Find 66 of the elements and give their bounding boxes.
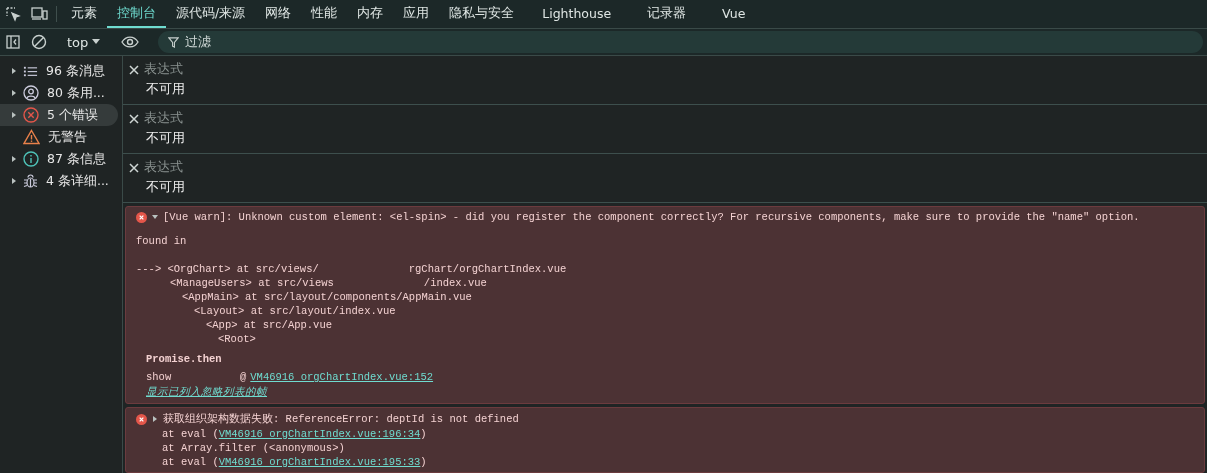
message-text: 获取组织架构数据失败: ReferenceError: deptId is not defined [163,412,519,426]
panel-tab[interactable]: 源代码/来源 [166,0,256,28]
panel-tab[interactable]: 性能 [301,0,348,28]
source-link[interactable]: VM46916 orgChartIndex.vue:195:33 [218,456,421,468]
expression-field[interactable]: 表达式 [144,110,183,127]
expand-caret-icon[interactable] [10,177,18,185]
caret-icon [92,39,101,45]
trace-text: <Layout> at src/layout/index.vue [194,305,396,317]
at-sign: @ [240,371,247,383]
panel-tab[interactable]: 记录器 [629,0,705,28]
panel-tab[interactable]: 应用 [393,0,440,28]
panel-tab[interactable]: Vue [704,0,764,28]
context-dropdown[interactable]: top [61,34,107,50]
message-text: found in [136,235,188,247]
source-link[interactable]: VM46916 orgChartIndex.vue:196:34 [218,428,421,440]
trace-text: /index.vue [423,277,487,289]
sidebar-item[interactable]: 5 个错误 [0,104,118,126]
expression-value: 不可用 [145,81,186,98]
trace-text: <ManageUsers> at src/views [170,277,334,289]
filter-field[interactable]: 过滤 [158,31,1203,53]
expand-caret-icon[interactable] [10,67,18,75]
expand-caret-icon[interactable] [10,89,18,97]
panel-tab[interactable]: Lighthouse [524,0,630,28]
bug-icon [23,173,38,189]
expression-value: 不可用 [145,179,186,196]
stack-text: ) [420,456,427,468]
warning-icon [23,129,40,145]
stack-text: at Array.filter (<anonymous>) [162,442,345,454]
expression-field[interactable]: 表达式 [144,61,183,78]
stack-text: at eval ( [162,428,219,440]
panel-tab[interactable]: 隐私与安全 [439,0,525,28]
trace-text: ---> <OrgChart> at src/views/ [136,263,319,275]
user-icon [23,85,39,101]
sidebar-item[interactable]: 4 条详细... [0,170,118,192]
async-label: Promise.then [146,353,223,365]
trace-text: rgChart/orgChartIndex.vue [408,263,567,275]
error-icon [136,211,147,223]
stack-text: at eval ( [162,456,219,468]
close-icon[interactable] [129,162,139,173]
sidebar-item[interactable]: 87 条信息 [0,148,118,170]
info-icon [23,151,39,167]
sidebar-item[interactable]: 80 条用... [0,82,118,104]
trace-text: <AppMain> at src/layout/components/AppMain.vue [182,291,472,303]
show-ignored-frames-link[interactable]: 显示已列入忽略列表的帧 [146,385,267,399]
stack-text: ) [420,428,427,440]
collapse-caret-icon[interactable] [151,213,159,221]
expression-field[interactable]: 表达式 [144,159,183,176]
function-name: show [146,371,173,383]
expression-value: 不可用 [145,130,186,147]
filter-icon [168,36,180,48]
expand-caret-icon[interactable] [10,111,18,119]
message-text: [Vue warn]: Unknown custom element: <el-spin> - did you register the component correctly? For recursive components, make sure to provide the "name" option. [163,211,1140,223]
sidebar-item[interactable]: 96 条消息 [0,60,118,82]
close-icon[interactable] [129,64,139,75]
panel-tab[interactable]: 网络 [255,0,302,28]
sidebar-item[interactable]: 无警告 [0,126,118,148]
trace-text: <Root> [218,333,256,345]
error-icon [23,107,39,123]
panel-tab[interactable]: 内存 [347,0,394,28]
close-icon[interactable] [129,113,139,124]
expand-caret-icon[interactable] [151,415,159,423]
trace-text: <App> at src/App.vue [206,319,333,331]
source-link[interactable]: VM46916 orgChartIndex.vue:152 [250,371,434,383]
expand-caret-icon[interactable] [10,155,18,163]
panel-tab[interactable]: 元素 [61,0,107,28]
error-icon [136,413,147,425]
